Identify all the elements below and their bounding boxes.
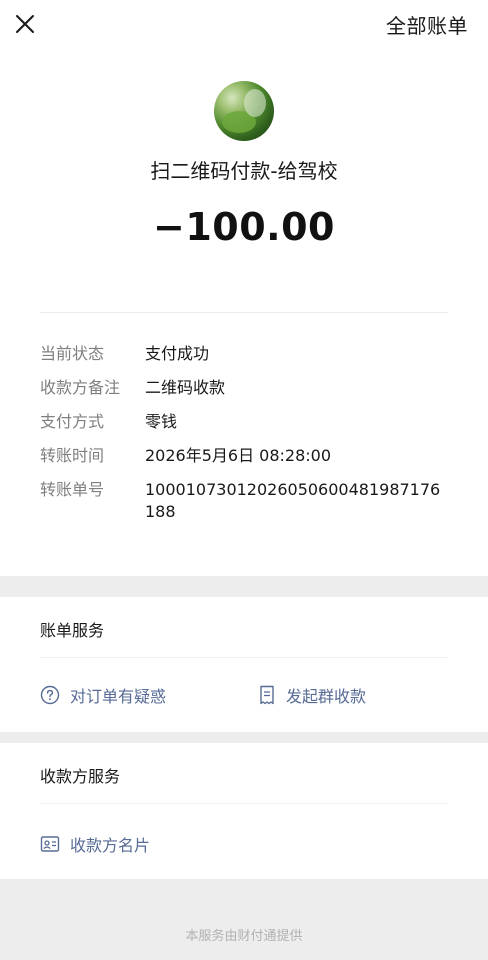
merchant-avatar [214, 81, 274, 141]
order-inquiry-button[interactable]: 对订单有疑惑 [40, 683, 166, 707]
merchant-name: 扫二维码付款-给驾校 [150, 159, 338, 183]
detail-row-remark: 收款方备注 二维码收款 [40, 377, 460, 399]
detail-value: 二维码收款 [145, 378, 226, 397]
receipt-icon [260, 685, 274, 705]
payment-amount: −100.00 [153, 205, 335, 249]
detail-label: 收款方备注 [40, 378, 121, 397]
detail-row-method: 支付方式 零钱 [40, 411, 460, 433]
detail-row-status: 当前状态 支付成功 [40, 343, 460, 365]
divider [40, 803, 448, 804]
detail-value: 2026年5月6日 08:28:00 [145, 446, 332, 465]
close-button[interactable] [12, 11, 38, 37]
bill-service-title: 账单服务 [40, 621, 105, 640]
detail-row-time: 转账时间 2026年5月6日 08:28:00 [40, 445, 460, 467]
payee-card-label: 收款方名片 [70, 836, 151, 855]
detail-label: 支付方式 [40, 412, 105, 431]
detail-value: 支付成功 [145, 344, 210, 363]
question-circle-icon [40, 685, 60, 705]
order-inquiry-label: 对订单有疑惑 [70, 687, 167, 706]
contact-card-icon [40, 836, 60, 852]
payee-card-button[interactable]: 收款方名片 [40, 832, 150, 856]
divider [40, 657, 448, 658]
provider-footer: 本服务由财付通提供 [185, 929, 303, 944]
detail-row-order-number: 转账单号 100010730120260506004819871761​88 [40, 479, 460, 523]
group-collect-button[interactable]: 发起群收款 [258, 683, 366, 707]
detail-label: 转账单号 [40, 480, 105, 499]
group-collect-label: 发起群收款 [286, 687, 367, 706]
all-bills-link[interactable]: 全部账单 [386, 10, 468, 39]
transaction-detail-panel: 全部账单 扫二维码付款-给驾校 −100.00 当前状态 支付成功 收款方备注 … [0, 0, 488, 576]
payee-service-title: 收款方服务 [40, 767, 121, 786]
close-icon [16, 15, 34, 33]
detail-value: 零钱 [145, 412, 178, 431]
detail-label: 转账时间 [40, 446, 105, 465]
detail-value[interactable]: 100010730120260506004819871761​88 [145, 479, 441, 523]
bill-service-card: 账单服务 对订单有疑惑 发起群收款 [0, 597, 488, 732]
payee-service-card: 收款方服务 收款方名片 [0, 743, 488, 879]
divider [40, 312, 448, 313]
detail-label: 当前状态 [40, 344, 105, 363]
detail-list: 当前状态 支付成功 收款方备注 二维码收款 支付方式 零钱 转账时间 2026年… [40, 343, 460, 535]
